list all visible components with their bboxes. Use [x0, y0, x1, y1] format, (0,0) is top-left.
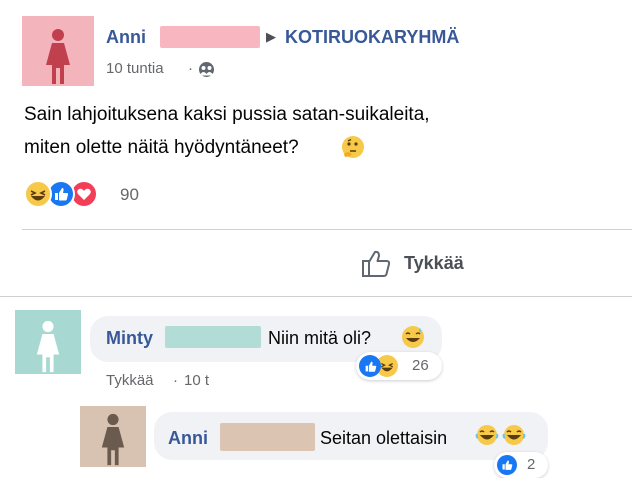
like-reaction-icon	[497, 455, 517, 475]
post-text-line-2: miten olette näitä hyödyntäneet?	[24, 137, 299, 158]
separator-dot: ·	[173, 372, 178, 389]
post-author-avatar[interactable]	[22, 16, 94, 86]
comment-text: Niin mitä oli?	[268, 328, 372, 348]
separator-dot: ·	[188, 60, 193, 77]
reply-reaction-count: 2	[527, 456, 536, 473]
divider-top	[22, 229, 632, 230]
comment-reactions[interactable]: 26	[356, 352, 442, 380]
like-button-label: Tykkää	[404, 252, 464, 273]
redacted-surname	[220, 423, 315, 451]
redacted-surname	[160, 26, 260, 48]
reply-reactions[interactable]: 2	[494, 452, 548, 478]
post-text-line-1: Sain lahjoituksena kaksi pussia satan-su…	[24, 104, 430, 125]
reply-author-name[interactable]: Anni	[168, 428, 208, 449]
like-button[interactable]: Tykkää	[360, 245, 490, 281]
woman-figure-icon	[101, 413, 125, 466]
laughing-emoji-icon	[475, 423, 499, 447]
reply-author-avatar[interactable]	[80, 406, 146, 467]
redacted-surname	[165, 326, 261, 348]
globe-group-icon	[198, 61, 215, 78]
thinking-emoji-icon	[340, 134, 366, 160]
triangle-arrow-icon: ▶	[266, 29, 276, 44]
haha-emoji-icon	[24, 180, 52, 208]
post-author-name[interactable]: Anni	[106, 27, 146, 48]
comment-reaction-count: 26	[412, 357, 429, 374]
woman-figure-icon	[36, 320, 60, 373]
reply-text: Seitan olettaisin	[320, 428, 448, 448]
sweat-smile-emoji-icon	[400, 324, 426, 350]
reaction-count: 90	[120, 185, 139, 204]
comment-author-name[interactable]: Minty	[106, 328, 153, 349]
woman-figure-icon	[46, 29, 70, 84]
post-time[interactable]: 10 tuntia	[106, 60, 164, 77]
laughing-emoji-icon	[502, 423, 526, 447]
like-reaction-icon	[359, 355, 381, 377]
thumbs-up-outline-icon	[360, 247, 394, 279]
comment-time[interactable]: 10 t	[184, 372, 209, 389]
comment-author-avatar[interactable]	[15, 310, 81, 374]
group-name-link[interactable]: KOTIRUOKARYHMÄ	[285, 27, 459, 48]
comment-like-link[interactable]: Tykkää	[106, 372, 154, 389]
post-reactions[interactable]: 90	[24, 180, 139, 210]
divider-bottom	[0, 296, 632, 297]
